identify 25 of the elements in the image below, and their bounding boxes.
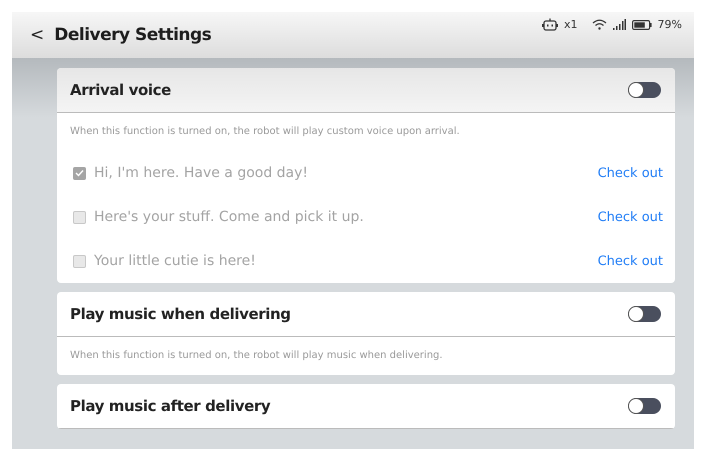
setting-title: Play music when delivering — [70, 305, 291, 323]
setting-title: Arrival voice — [70, 81, 171, 99]
robot-icon — [542, 18, 558, 31]
voice-option-label: Here's your stuff. Come and pick it up. — [94, 209, 364, 225]
check-out-link[interactable]: Check out — [598, 166, 663, 180]
toggle-switch[interactable] — [628, 398, 661, 414]
wifi-icon — [592, 19, 607, 30]
checkbox[interactable] — [73, 166, 86, 180]
checkbox[interactable] — [73, 210, 86, 224]
robot-count: x1 — [564, 18, 578, 31]
battery-percentage: 79% — [658, 18, 682, 31]
toggle-switch[interactable] — [628, 306, 661, 322]
battery-icon — [632, 20, 652, 30]
page-title: Delivery Settings — [54, 25, 212, 45]
back-button[interactable]: < — [30, 25, 54, 45]
toggle-switch[interactable] — [628, 82, 661, 98]
check-out-link[interactable]: Check out — [598, 254, 663, 268]
setting-title: Play music after delivery — [70, 397, 270, 415]
voice-option-label: Hi, I'm here. Have a good day! — [94, 165, 308, 181]
checkbox[interactable] — [73, 254, 86, 268]
setting-description: When this function is turned on, the robot will play music when delivering. — [69, 349, 444, 363]
setting-description: When this function is turned on, the robot will play custom voice upon arrival. — [69, 125, 461, 139]
check-out-link[interactable]: Check out — [598, 210, 663, 224]
voice-option-label: Your little cutie is here! — [94, 253, 256, 269]
signal-icon — [612, 19, 626, 30]
